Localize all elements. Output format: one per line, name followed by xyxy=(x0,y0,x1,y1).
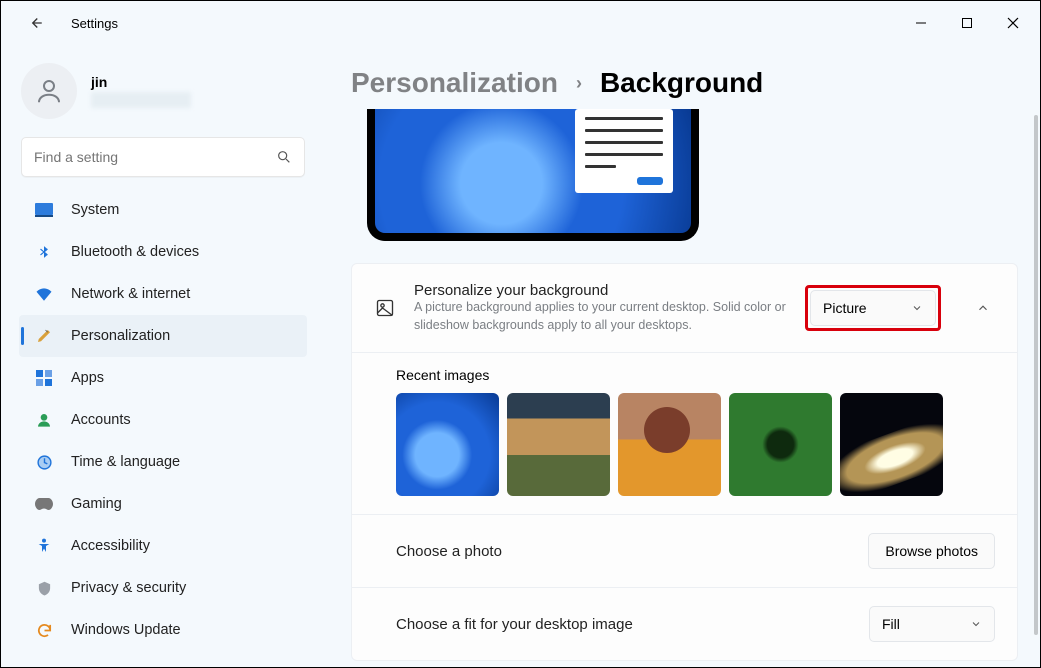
user-profile[interactable]: jin xyxy=(21,63,307,119)
wifi-icon xyxy=(35,285,53,303)
apps-icon xyxy=(35,369,53,387)
gamepad-icon xyxy=(35,495,53,513)
personalize-description: A picture background applies to your cur… xyxy=(414,299,787,334)
breadcrumb-parent[interactable]: Personalization xyxy=(351,67,558,99)
personalize-title: Personalize your background xyxy=(414,282,787,299)
choose-photo-row: Choose a photo Browse photos xyxy=(352,515,1017,588)
chevron-down-icon xyxy=(911,302,923,314)
search-input-wrapper[interactable] xyxy=(21,137,305,177)
nav-label: Apps xyxy=(71,370,104,386)
personalize-background-row: Personalize your background A picture ba… xyxy=(352,264,1017,353)
titlebar: Settings xyxy=(1,1,1040,45)
app-title: Settings xyxy=(71,16,118,31)
person-icon xyxy=(34,76,64,106)
nav-label: Personalization xyxy=(71,328,170,344)
nav-system[interactable]: System xyxy=(19,189,307,231)
recent-image-thumb[interactable] xyxy=(840,393,943,496)
nav-personalization[interactable]: Personalization xyxy=(19,315,307,357)
chevron-up-icon xyxy=(976,301,990,315)
nav-privacy[interactable]: Privacy & security xyxy=(19,567,307,609)
recent-images-heading: Recent images xyxy=(396,367,995,383)
nav-label: Time & language xyxy=(71,454,180,470)
nav-network[interactable]: Network & internet xyxy=(19,273,307,315)
choose-photo-label: Choose a photo xyxy=(396,543,850,560)
recent-images-section: Recent images xyxy=(352,353,1017,515)
nav-accessibility[interactable]: Accessibility xyxy=(19,525,307,567)
browse-photos-button[interactable]: Browse photos xyxy=(868,533,995,569)
scrollbar[interactable] xyxy=(1034,115,1038,635)
nav-label: Accessibility xyxy=(71,538,150,554)
select-value: Fill xyxy=(882,616,900,632)
recent-image-thumb[interactable] xyxy=(618,393,721,496)
clock-globe-icon xyxy=(35,453,53,471)
user-name: jin xyxy=(91,74,191,90)
arrow-left-icon xyxy=(26,14,44,32)
page-title: Background xyxy=(600,67,763,99)
avatar xyxy=(21,63,77,119)
breadcrumb: Personalization › Background xyxy=(351,67,1018,99)
recent-image-thumb[interactable] xyxy=(396,393,499,496)
picture-icon xyxy=(374,297,396,319)
nav-accounts[interactable]: Accounts xyxy=(19,399,307,441)
update-icon xyxy=(35,621,53,639)
nav-list: System Bluetooth & devices Network & int… xyxy=(19,189,307,651)
maximize-button[interactable] xyxy=(944,3,990,43)
search-input[interactable] xyxy=(34,149,276,165)
nav-label: Bluetooth & devices xyxy=(71,244,199,260)
minimize-button[interactable] xyxy=(898,3,944,43)
user-email-redacted xyxy=(91,92,191,108)
maximize-icon xyxy=(961,17,973,29)
close-icon xyxy=(1007,17,1019,29)
nav-label: Accounts xyxy=(71,412,131,428)
nav-gaming[interactable]: Gaming xyxy=(19,483,307,525)
monitor-icon xyxy=(35,201,53,219)
nav-time[interactable]: Time & language xyxy=(19,441,307,483)
paintbrush-icon xyxy=(35,327,53,345)
search-icon xyxy=(276,149,292,165)
nav-update[interactable]: Windows Update xyxy=(19,609,307,651)
choose-fit-label: Choose a fit for your desktop image xyxy=(396,616,851,633)
main-content: Personalization › Background Personalize… xyxy=(317,45,1040,667)
nav-label: Privacy & security xyxy=(71,580,186,596)
shield-icon xyxy=(35,579,53,597)
highlight-box: Picture xyxy=(805,285,941,331)
recent-image-thumb[interactable] xyxy=(507,393,610,496)
sidebar: jin System Bluetooth & devices Network &… xyxy=(1,45,317,667)
accessibility-icon xyxy=(35,537,53,555)
fit-select[interactable]: Fill xyxy=(869,606,995,642)
bluetooth-icon xyxy=(35,243,53,261)
collapse-button[interactable] xyxy=(971,296,995,320)
recent-image-thumb[interactable] xyxy=(729,393,832,496)
nav-bluetooth[interactable]: Bluetooth & devices xyxy=(19,231,307,273)
choose-fit-row: Choose a fit for your desktop image Fill xyxy=(352,588,1017,660)
nav-label: Gaming xyxy=(71,496,122,512)
select-value: Picture xyxy=(823,300,867,316)
account-icon xyxy=(35,411,53,429)
close-button[interactable] xyxy=(990,3,1036,43)
back-button[interactable] xyxy=(25,13,45,33)
chevron-right-icon: › xyxy=(576,73,582,94)
nav-label: System xyxy=(71,202,119,218)
nav-label: Windows Update xyxy=(71,622,181,638)
desktop-preview xyxy=(367,109,699,241)
background-settings-card: Personalize your background A picture ba… xyxy=(351,263,1018,661)
nav-apps[interactable]: Apps xyxy=(19,357,307,399)
window-controls xyxy=(898,3,1036,43)
background-type-select[interactable]: Picture xyxy=(810,290,936,326)
preview-window-mock xyxy=(575,109,673,193)
nav-label: Network & internet xyxy=(71,286,190,302)
recent-images-list xyxy=(396,393,995,496)
minimize-icon xyxy=(915,17,927,29)
chevron-down-icon xyxy=(970,618,982,630)
related-settings-heading: Related settings xyxy=(351,661,1018,667)
